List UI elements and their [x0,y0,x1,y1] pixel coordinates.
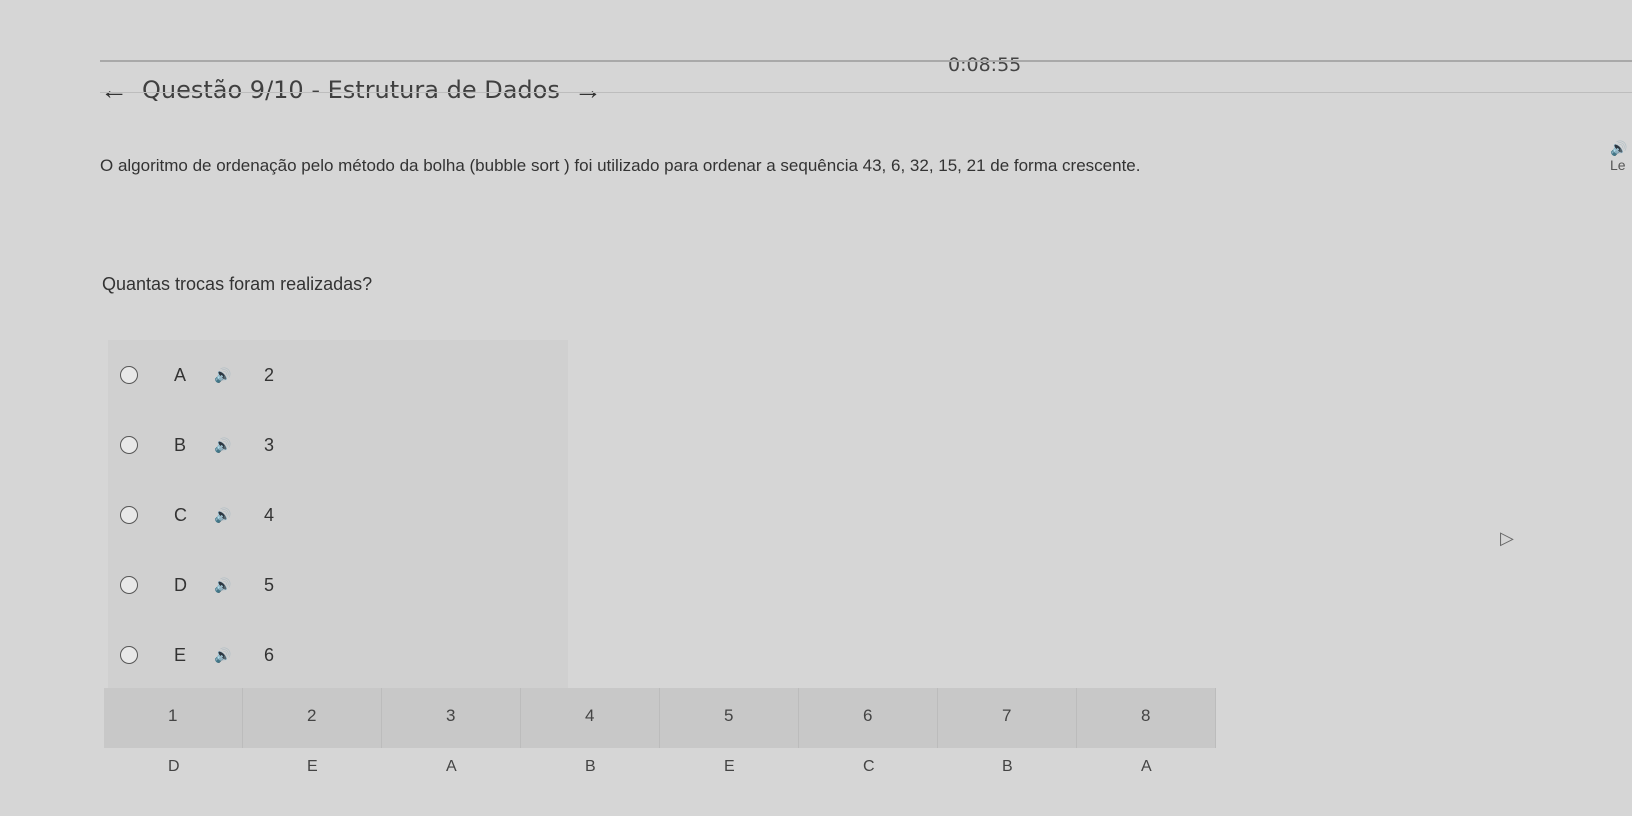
nav-question-4[interactable]: 4 [521,688,660,748]
option-e[interactable]: E 🔊 6 [108,620,568,690]
nav-number: 7 [1002,706,1012,725]
radio-button[interactable] [120,576,138,594]
mouse-cursor-icon: ▷ [1500,528,1514,548]
previous-question-arrow-icon[interactable]: ← [100,76,128,104]
nav-number: 2 [307,706,317,725]
speaker-icon[interactable]: 🔊 [214,647,264,664]
option-letter: E [174,644,187,665]
speaker-icon[interactable]: 🔊 [214,577,264,594]
nav-question-2[interactable]: 2 [243,688,382,748]
option-value: 6 [264,644,275,665]
nav-answer-letter: B [1002,758,1013,775]
nav-answer-letter: A [1141,758,1152,775]
radio-button[interactable] [120,506,138,524]
answer-options: A 🔊 2 B 🔊 3 C 🔊 4 D 🔊 5 E 🔊 6 [108,340,568,690]
radio-button[interactable] [120,646,138,664]
nav-answer-5: E [660,748,799,788]
nav-answer-letter: A [446,758,457,775]
nav-answer-6: C [799,748,938,788]
question-navigator: 1 2 3 4 5 6 7 8 [104,688,1216,748]
nav-question-7[interactable]: 7 [938,688,1077,748]
nav-answer-1: D [104,748,243,788]
question-prompt: Quantas trocas foram realizadas? [102,274,373,294]
nav-answer-letter: B [585,758,596,775]
option-b[interactable]: B 🔊 3 [108,410,568,480]
option-a[interactable]: A 🔊 2 [108,340,568,410]
nav-number: 5 [724,706,734,725]
nav-number: 3 [446,706,456,725]
option-letter: B [174,434,187,455]
top-divider [100,60,1632,62]
question-stem: O algoritmo de ordenação pelo método da … [100,156,1141,175]
nav-answer-8: A [1077,748,1216,788]
nav-number: 4 [585,706,595,725]
nav-answer-letter: E [724,758,735,775]
option-d[interactable]: D 🔊 5 [108,550,568,620]
nav-answer-7: B [938,748,1077,788]
nav-answer-3: A [382,748,521,788]
option-value: 5 [264,574,275,595]
option-value: 4 [264,504,275,525]
nav-number: 6 [863,706,873,725]
listen-button[interactable]: 🔊 Le [1610,140,1632,173]
option-c[interactable]: C 🔊 4 [108,480,568,550]
page-title: Questão 9/10 - Estrutura de Dados [142,76,560,104]
nav-answer-letter: D [168,758,180,775]
question-header: ← Questão 9/10 - Estrutura de Dados → [100,76,602,105]
nav-number: 8 [1141,706,1151,725]
radio-button[interactable] [120,366,138,384]
nav-answer-letter: E [307,758,318,775]
next-question-arrow-icon[interactable]: → [574,76,602,104]
nav-number: 1 [168,706,178,725]
speaker-icon[interactable]: 🔊 [214,367,264,384]
navigator-answers: D E A B E C B A [104,748,1216,788]
option-letter: D [174,574,187,595]
radio-button[interactable] [120,436,138,454]
nav-answer-4: B [521,748,660,788]
option-value: 2 [264,364,275,385]
option-value: 3 [264,434,275,455]
nav-question-5[interactable]: 5 [660,688,799,748]
option-letter: A [174,364,187,385]
nav-question-3[interactable]: 3 [382,688,521,748]
nav-answer-2: E [243,748,382,788]
nav-question-6[interactable]: 6 [799,688,938,748]
nav-question-1[interactable]: 1 [104,688,243,748]
speaker-icon[interactable]: 🔊 [214,507,264,524]
speaker-icon[interactable]: 🔊 [214,437,264,454]
nav-answer-letter: C [863,758,875,775]
header-divider [100,92,1632,93]
timer: 0:08:55 [948,54,1022,76]
option-letter: C [174,504,187,525]
nav-question-8[interactable]: 8 [1077,688,1216,748]
